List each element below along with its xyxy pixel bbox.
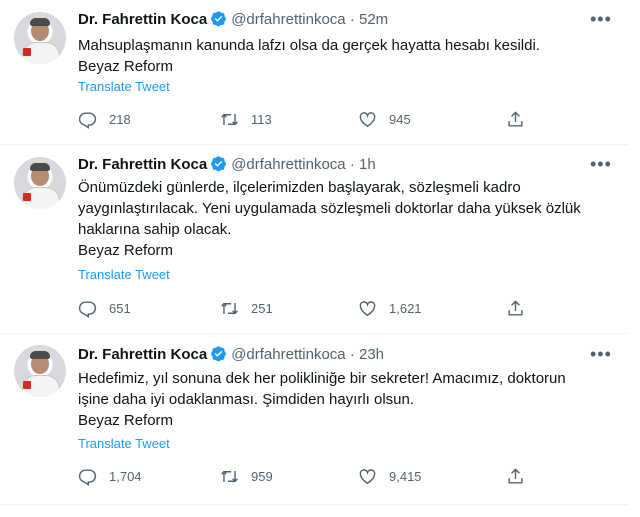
avatar[interactable] [14, 157, 66, 209]
translate-tweet-link[interactable]: Translate Tweet [78, 435, 170, 453]
separator-dot: · [349, 11, 355, 28]
retweet-count: 251 [251, 300, 273, 316]
avatar[interactable] [14, 12, 66, 64]
share-icon [508, 467, 523, 484]
author-handle[interactable]: @drfahrettinkoca [231, 11, 345, 28]
retweet-button[interactable]: 113 [220, 108, 272, 130]
heart-icon [359, 468, 376, 484]
reply-count: 651 [109, 300, 131, 316]
retweet-icon [221, 113, 238, 125]
like-button[interactable]: 9,415 [358, 465, 422, 487]
tweet-text-line: Önümüzdeki günlerde, ilçelerimizden başl… [78, 179, 521, 196]
author-name[interactable]: Dr. Fahrettin Koca [78, 346, 207, 363]
tweet-header: Dr. Fahrettin Koca @drfahrettinkoca · 52m [78, 10, 388, 30]
reply-count: 1,704 [109, 468, 142, 484]
separator-dot: · [349, 346, 355, 363]
like-count: 945 [389, 111, 411, 127]
tweet-text: Mahsuplaşmanın kanunda lafzı olsa da ger… [78, 35, 608, 77]
retweet-button[interactable]: 251 [220, 297, 273, 319]
reply-button[interactable]: 1,704 [78, 465, 142, 487]
tweet-text-line: işine daha iyi odaklanması. Şimdiden hay… [78, 391, 415, 408]
retweet-count: 959 [251, 468, 273, 484]
avatar[interactable] [14, 345, 66, 397]
retweet-count: 113 [251, 111, 272, 127]
author-name[interactable]: Dr. Fahrettin Koca [78, 11, 207, 28]
retweet-button[interactable]: 959 [220, 465, 273, 487]
verified-badge-icon [211, 156, 227, 172]
translate-tweet-link[interactable]: Translate Tweet [78, 78, 170, 96]
tweet-text: Önümüzdeki günlerde, ilçelerimizden başl… [78, 177, 608, 261]
tweet-time[interactable]: 1h [359, 156, 376, 173]
share-icon [508, 299, 523, 316]
reply-icon [78, 300, 97, 318]
like-count: 1,621 [389, 300, 422, 316]
more-options-icon[interactable]: ••• [590, 344, 612, 364]
like-count: 9,415 [389, 468, 422, 484]
retweet-icon [221, 302, 238, 314]
author-handle[interactable]: @drfahrettinkoca [231, 156, 345, 173]
reply-icon [78, 111, 97, 129]
share-button[interactable] [506, 465, 537, 487]
tweet[interactable]: Dr. Fahrettin Koca @drfahrettinkoca · 52m… [0, 0, 628, 145]
tweet-actions: 218 113 945 [78, 108, 538, 130]
tweet-text-line: Beyaz Reform [78, 58, 174, 75]
share-icon [508, 110, 523, 127]
tweet-text: Hedefimiz, yıl sonuna dek her polikliniğ… [78, 368, 608, 431]
like-button[interactable]: 1,621 [358, 297, 422, 319]
more-options-icon[interactable]: ••• [590, 9, 612, 29]
verified-badge-icon [211, 11, 227, 27]
tweet-actions: 1,704 959 9,415 [78, 465, 538, 487]
tweet-header: Dr. Fahrettin Koca @drfahrettinkoca · 23h [78, 345, 384, 365]
tweet[interactable]: Dr. Fahrettin Koca @drfahrettinkoca · 1h … [0, 145, 628, 334]
tweet-actions: 651 251 1,621 [78, 297, 538, 319]
tweet-time[interactable]: 23h [359, 346, 384, 363]
reply-button[interactable]: 651 [78, 297, 131, 319]
tweet-text-line: Beyaz Reform [78, 412, 174, 429]
tweet-text-line: Mahsuplaşmanın kanunda lafzı olsa da ger… [78, 37, 540, 54]
heart-icon [359, 111, 376, 127]
tweet-feed: Dr. Fahrettin Koca @drfahrettinkoca · 52m… [0, 0, 640, 517]
tweet-text-line: haklarına sahip olacak. [78, 221, 232, 238]
author-name[interactable]: Dr. Fahrettin Koca [78, 156, 207, 173]
tweet-time[interactable]: 52m [359, 11, 388, 28]
tweet-text-line: yaygınlaştırılacak. Yeni uygulamada sözl… [78, 200, 581, 217]
reply-button[interactable]: 218 [78, 108, 131, 130]
more-options-icon[interactable]: ••• [590, 154, 612, 174]
separator-dot: · [349, 156, 355, 173]
tweet-text-line: Hedefimiz, yıl sonuna dek her polikliniğ… [78, 370, 566, 387]
translate-tweet-link[interactable]: Translate Tweet [78, 266, 170, 284]
verified-badge-icon [211, 346, 227, 362]
share-button[interactable] [506, 108, 537, 130]
author-handle[interactable]: @drfahrettinkoca [231, 346, 345, 363]
reply-icon [78, 468, 97, 486]
heart-icon [359, 300, 376, 316]
like-button[interactable]: 945 [358, 108, 411, 130]
tweet-header: Dr. Fahrettin Koca @drfahrettinkoca · 1h [78, 155, 376, 175]
retweet-icon [221, 470, 238, 482]
tweet-text-line: Beyaz Reform [78, 242, 174, 259]
share-button[interactable] [506, 297, 537, 319]
reply-count: 218 [109, 111, 131, 127]
tweet[interactable]: Dr. Fahrettin Koca @drfahrettinkoca · 23h… [0, 334, 628, 505]
